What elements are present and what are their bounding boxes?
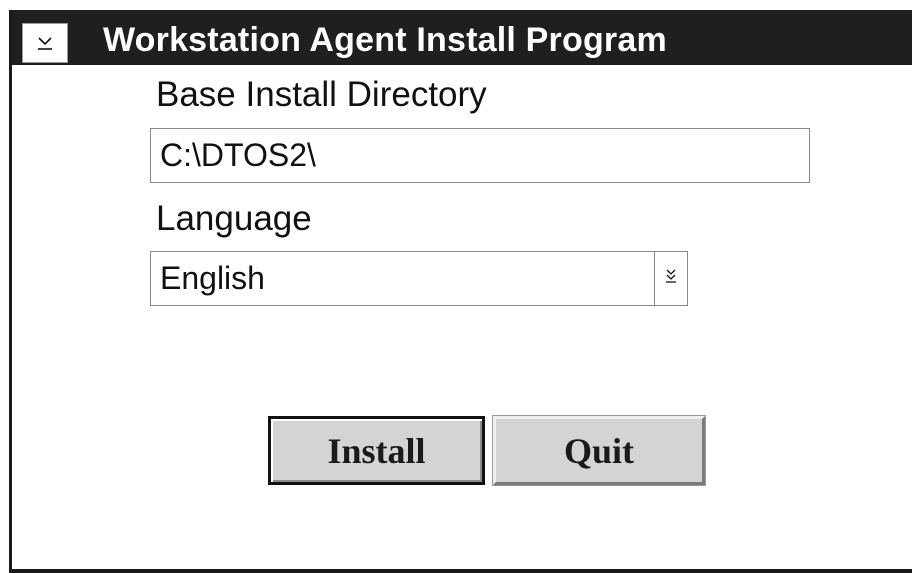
language-value: English [160,260,265,296]
title-bar[interactable]: Workstation Agent Install Program [12,10,912,65]
chevron-underline-icon [37,34,53,52]
language-select[interactable]: English [150,251,688,306]
directory-input[interactable]: C:\DTOS2\ [150,128,810,183]
language-label: Language [156,199,312,238]
install-button[interactable]: Install [268,416,485,485]
directory-label: Base Install Directory [156,75,487,114]
double-chevron-down-icon [665,268,677,289]
system-menu-button[interactable] [22,23,68,63]
install-dialog: Workstation Agent Install Program Base I… [9,10,912,573]
language-dropdown-button[interactable] [655,252,687,305]
quit-button[interactable]: Quit [492,415,706,486]
window-title: Workstation Agent Install Program [103,21,667,59]
